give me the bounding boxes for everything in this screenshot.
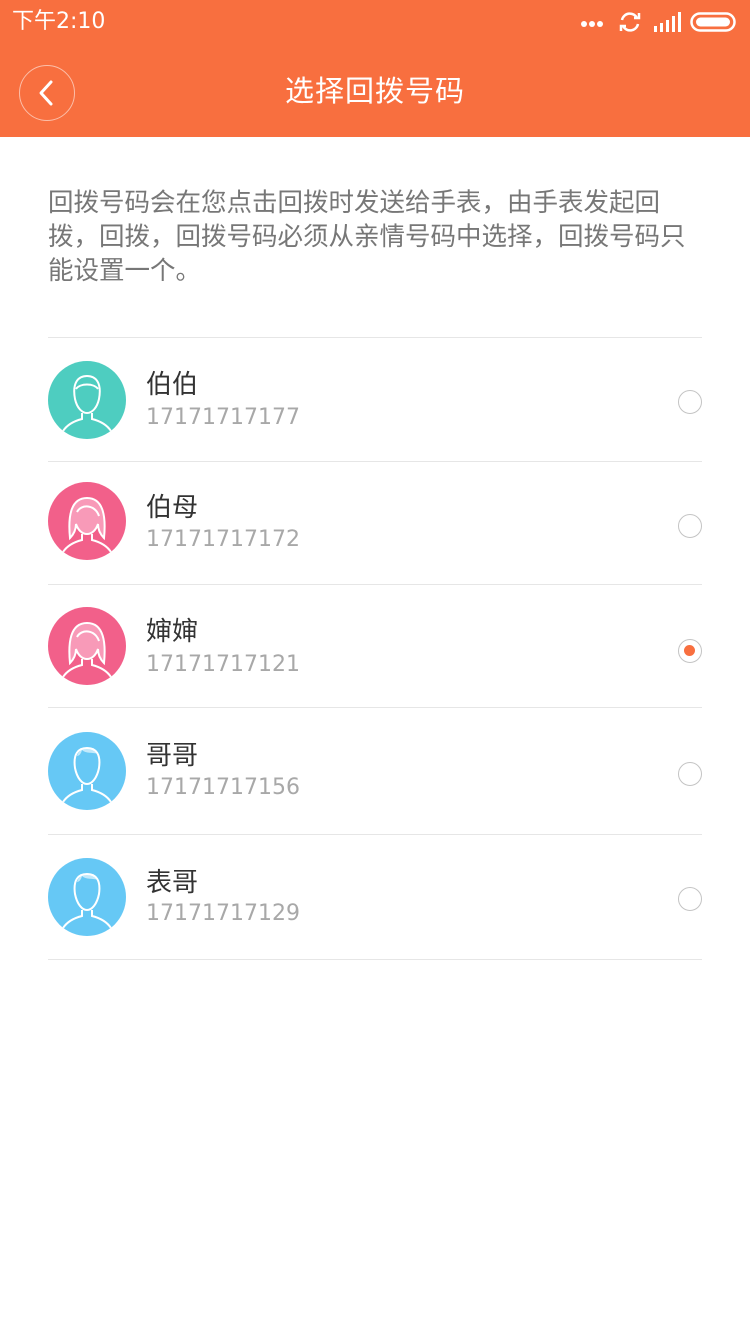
contact-row[interactable]: 哥哥 17171717156 bbox=[48, 708, 702, 834]
male-avatar-icon bbox=[48, 361, 126, 439]
status-icons bbox=[580, 8, 740, 36]
description-text: 回拨号码会在您点击回拨时发送给手表，由手表发起回拨，回拨，回拨号码必须从亲情号码… bbox=[48, 188, 686, 286]
radio-button[interactable] bbox=[678, 762, 702, 786]
contact-phone: 17171717129 bbox=[146, 901, 300, 926]
radio-button-selected[interactable] bbox=[678, 639, 702, 663]
radio-button[interactable] bbox=[678, 390, 702, 414]
back-button[interactable] bbox=[19, 65, 75, 121]
signal-icon bbox=[654, 12, 681, 32]
contact-name: 婶婶 bbox=[146, 617, 199, 647]
contact-name: 表哥 bbox=[146, 868, 199, 898]
contact-phone: 17171717177 bbox=[146, 405, 300, 430]
contact-row[interactable]: 伯母 17171717172 bbox=[48, 462, 702, 584]
contact-name: 伯母 bbox=[146, 493, 199, 523]
contact-row[interactable]: 婶婶 17171717121 bbox=[48, 585, 702, 707]
sync-icon bbox=[619, 12, 641, 32]
page-title: 选择回拨号码 bbox=[284, 74, 465, 108]
contact-name: 哥哥 bbox=[146, 741, 199, 771]
divider bbox=[48, 959, 702, 960]
contact-list: 伯伯 17171717177 伯母 17171717172 婶婶 1717171… bbox=[48, 337, 702, 960]
contact-phone: 17171717172 bbox=[146, 527, 300, 552]
more-dots-icon bbox=[581, 21, 603, 27]
radio-button[interactable] bbox=[678, 514, 702, 538]
contact-phone: 17171717156 bbox=[146, 775, 300, 800]
status-time: 下午2:10 bbox=[12, 9, 106, 34]
battery-icon bbox=[690, 12, 736, 32]
radio-selected-dot bbox=[684, 645, 695, 656]
contact-name: 伯伯 bbox=[146, 370, 199, 400]
female-avatar-icon bbox=[48, 482, 126, 560]
contact-row[interactable]: 表哥 17171717129 bbox=[48, 835, 702, 959]
contact-phone: 17171717121 bbox=[146, 652, 300, 677]
status-bar: 下午2:10 bbox=[0, 0, 750, 44]
female-avatar-icon bbox=[48, 607, 126, 685]
boy-avatar-icon bbox=[48, 732, 126, 810]
boy-avatar-icon bbox=[48, 858, 126, 936]
radio-button[interactable] bbox=[678, 887, 702, 911]
nav-bar: 选择回拨号码 bbox=[0, 50, 750, 137]
chevron-left-icon bbox=[39, 80, 53, 106]
app-header: 下午2:10 选择回拨号码 bbox=[0, 0, 750, 137]
contact-row[interactable]: 伯伯 17171717177 bbox=[48, 338, 702, 461]
